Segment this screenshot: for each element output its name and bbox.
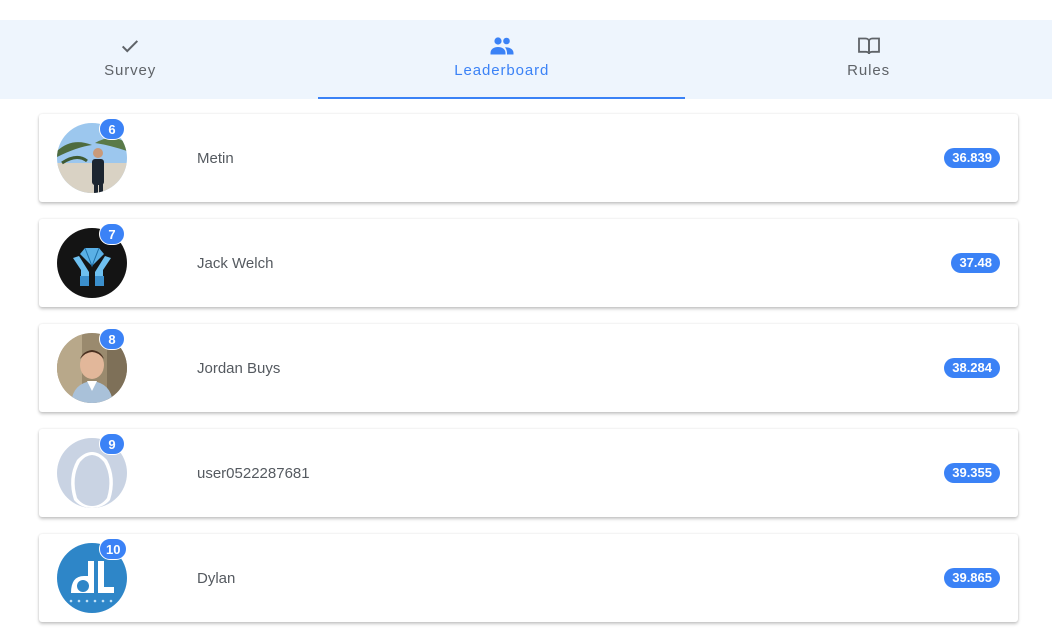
- people-icon: [490, 35, 514, 57]
- score-badge: 39.355: [944, 463, 1000, 483]
- tab-label: Survey: [104, 62, 157, 79]
- score-badge: 39.865: [944, 568, 1000, 588]
- leaderboard-row[interactable]: 6 Metin 36.839: [39, 114, 1018, 202]
- leaderboard-row[interactable]: 9 user0522287681 39.355: [39, 429, 1018, 517]
- book-icon: [857, 35, 881, 57]
- user-name: Jack Welch: [197, 254, 274, 272]
- leaderboard-row[interactable]: 10 Dylan 39.865: [39, 534, 1018, 622]
- tab-label: Rules: [847, 62, 890, 79]
- rank-badge: 9: [99, 433, 125, 455]
- rank-badge: 6: [99, 118, 125, 140]
- leaderboard-list: 6 Metin 36.839 7 Jack Welch 37.48 8 Jord…: [39, 114, 1018, 639]
- rank-badge: 7: [99, 223, 125, 245]
- tab-rules[interactable]: Rules: [685, 20, 1052, 99]
- check-icon: [119, 35, 141, 57]
- user-name: user0522287681: [197, 464, 310, 482]
- score-badge: 38.284: [944, 358, 1000, 378]
- tab-label: Leaderboard: [454, 62, 550, 79]
- user-name: Dylan: [197, 569, 236, 587]
- tab-survey[interactable]: Survey: [0, 20, 260, 99]
- leaderboard-row[interactable]: 7 Jack Welch 37.48: [39, 219, 1018, 307]
- tab-bar: Survey Leaderboard Rules: [0, 20, 1052, 99]
- rank-badge: 10: [99, 538, 128, 560]
- score-badge: 36.839: [944, 148, 1000, 168]
- user-name: Jordan Buys: [197, 359, 281, 377]
- score-badge: 37.48: [951, 253, 1000, 273]
- tab-leaderboard[interactable]: Leaderboard: [318, 20, 686, 99]
- leaderboard-row[interactable]: 8 Jordan Buys 38.284: [39, 324, 1018, 412]
- rank-badge: 8: [99, 328, 125, 350]
- active-tab-indicator: [318, 97, 686, 99]
- user-name: Metin: [197, 149, 234, 167]
